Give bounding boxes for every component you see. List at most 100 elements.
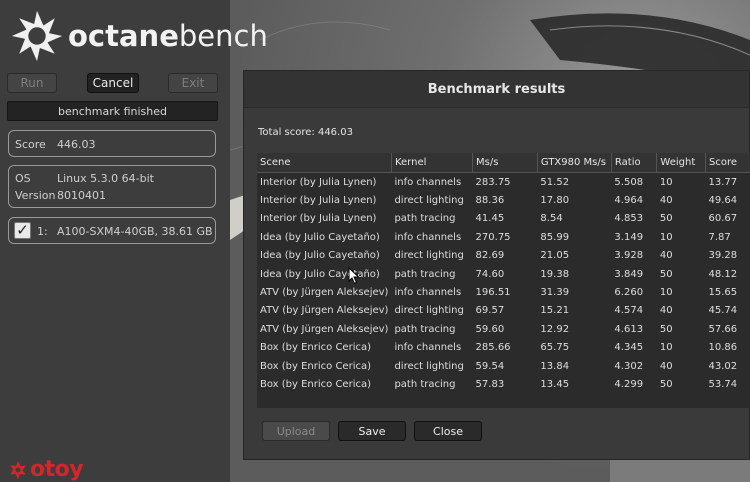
table-cell: 13.77 — [708, 176, 738, 188]
results-table-container[interactable]: Scene Kernel Ms/s GTX980 Ms/s Ratio Weight Sco… — [257, 153, 750, 408]
table-cell: 40 — [659, 195, 673, 207]
table-cell: 10 — [659, 287, 673, 299]
table-cell: 10 — [659, 176, 673, 188]
column-header-weight[interactable]: Weight — [656, 153, 706, 173]
table-row[interactable]: ATV (by Jürgen Aleksejev) info channels 19… — [257, 283, 750, 301]
run-button[interactable]: Run — [7, 73, 57, 93]
table-cell: 4.345 — [614, 342, 644, 354]
table-cell: Box (by Enrico Cerica) — [260, 342, 372, 354]
table-row[interactable]: Idea (by Julio Cayetaño) direct lighting 8… — [257, 247, 750, 265]
otoy-logo-icon — [10, 460, 26, 479]
table-cell: 13.84 — [540, 360, 570, 372]
table-cell: 3.849 — [614, 268, 644, 280]
close-button[interactable]: Close — [414, 421, 482, 441]
table-row[interactable]: Box (by Enrico Cerica) path tracing 57.83 1… — [257, 375, 750, 393]
table-cell: 10 — [659, 342, 673, 354]
table-row[interactable]: Idea (by Julio Cayetaño) path tracing 74.6… — [257, 265, 750, 283]
system-info-box: OS Linux 5.3.0 64-bit Version 8010401 — [8, 165, 216, 208]
save-button[interactable]: Save — [338, 421, 406, 441]
table-cell: 51.52 — [540, 176, 570, 188]
table-header-row: Scene Kernel Ms/s GTX980 Ms/s Ratio Weight Sco… — [257, 153, 750, 173]
column-header-ms-s[interactable]: Ms/s — [472, 153, 538, 173]
status-bar: benchmark finished — [7, 101, 218, 121]
benchmark-results-dialog: Benchmark results Total score: 446.03 Sc… — [243, 70, 750, 460]
table-cell: 40 — [659, 305, 673, 317]
table-cell: path tracing — [394, 213, 456, 225]
table-cell: path tracing — [394, 378, 456, 390]
table-cell: 10.86 — [708, 342, 738, 354]
column-header-kernel[interactable]: Kernel — [391, 153, 474, 173]
table-cell: 82.69 — [475, 250, 505, 262]
table-cell: 50 — [659, 213, 673, 225]
device-name: A100-SXM4-40GB, 38.61 GB — [57, 225, 213, 238]
total-score-text: Total score: 446.03 — [258, 127, 353, 138]
version-label: Version — [15, 189, 56, 202]
device-list-item[interactable]: ✓ 1: A100-SXM4-40GB, 38.61 GB — [8, 217, 216, 244]
os-label: OS — [15, 172, 31, 185]
score-box: Score 446.03 — [8, 130, 216, 157]
logo-wordmark: octanebench — [68, 19, 268, 53]
table-cell: 45.74 — [708, 305, 738, 317]
table-cell: 60.67 — [708, 213, 738, 225]
table-cell: 53.74 — [708, 378, 738, 390]
table-cell: 57.83 — [475, 378, 505, 390]
table-row[interactable]: Idea (by Julio Cayetaño) info channels 270… — [257, 228, 750, 246]
table-cell: Interior (by Julia Lynen) — [260, 195, 377, 207]
table-cell: 41.45 — [475, 213, 505, 225]
table-cell: ATV (by Jürgen Aleksejev) — [260, 287, 389, 299]
table-cell: 43.02 — [708, 360, 738, 372]
score-label: Score — [15, 138, 46, 151]
table-cell: 50 — [659, 268, 673, 280]
column-header-score[interactable]: Score — [705, 153, 750, 173]
table-cell: 196.51 — [475, 287, 511, 299]
cancel-button[interactable]: Cancel — [87, 73, 139, 93]
table-row[interactable]: Interior (by Julia Lynen) path tracing 41.… — [257, 210, 750, 228]
octane-logo-icon — [11, 10, 63, 62]
otoy-logo: otoy — [8, 457, 84, 482]
table-cell: 283.75 — [475, 176, 511, 188]
upload-button[interactable]: Upload — [262, 421, 330, 441]
table-cell: 3.928 — [614, 250, 644, 262]
table-cell: 15.65 — [708, 287, 738, 299]
table-cell: Idea (by Julio Cayetaño) — [260, 231, 380, 243]
column-header-gtx980-ms-s[interactable]: GTX980 Ms/s — [537, 153, 612, 173]
table-cell: 39.28 — [708, 250, 738, 262]
table-row[interactable]: ATV (by Jürgen Aleksejev) path tracing 59.… — [257, 320, 750, 338]
exit-button[interactable]: Exit — [168, 73, 218, 93]
table-row[interactable]: ATV (by Jürgen Aleksejev) direct lighting… — [257, 302, 750, 320]
column-header-scene[interactable]: Scene — [257, 153, 392, 173]
dialog-title: Benchmark results — [244, 71, 749, 108]
device-checkbox[interactable]: ✓ — [14, 222, 31, 239]
table-row[interactable]: Box (by Enrico Cerica) info channels 285.6… — [257, 339, 750, 357]
table-cell: direct lighting — [394, 360, 464, 372]
table-cell: 50 — [659, 323, 673, 335]
table-cell: 49.64 — [708, 195, 738, 207]
mouse-cursor-icon — [348, 267, 360, 285]
results-table: Scene Kernel Ms/s GTX980 Ms/s Ratio Weight Sco… — [257, 153, 750, 394]
table-cell: 4.302 — [614, 360, 644, 372]
version-value: 8010401 — [57, 189, 106, 202]
table-cell: 31.39 — [540, 287, 570, 299]
table-cell: 40 — [659, 360, 673, 372]
table-cell: 59.54 — [475, 360, 505, 372]
table-cell: 69.57 — [475, 305, 505, 317]
table-row[interactable]: Box (by Enrico Cerica) direct lighting 59.… — [257, 357, 750, 375]
table-cell: 4.613 — [614, 323, 644, 335]
table-cell: info channels — [394, 176, 462, 188]
table-cell: 3.149 — [614, 231, 644, 243]
column-header-ratio[interactable]: Ratio — [611, 153, 658, 173]
table-cell: 8.54 — [540, 213, 563, 225]
left-panel: octanebench Run Cancel Exit benchmark fi… — [0, 0, 268, 482]
table-cell: 4.299 — [614, 378, 644, 390]
table-cell: 7.87 — [708, 231, 731, 243]
table-cell: info channels — [394, 231, 462, 243]
table-cell: 12.92 — [540, 323, 570, 335]
table-row[interactable]: Interior (by Julia Lynen) direct lighting… — [257, 191, 750, 209]
table-cell: 19.38 — [540, 268, 570, 280]
table-row[interactable]: Interior (by Julia Lynen) info channels 28… — [257, 173, 750, 192]
octanebench-logo: octanebench — [8, 8, 268, 64]
otoy-wordmark: otoy — [30, 457, 84, 482]
table-cell: 50 — [659, 378, 673, 390]
table-cell: 57.66 — [708, 323, 738, 335]
table-cell: Box (by Enrico Cerica) — [260, 378, 372, 390]
